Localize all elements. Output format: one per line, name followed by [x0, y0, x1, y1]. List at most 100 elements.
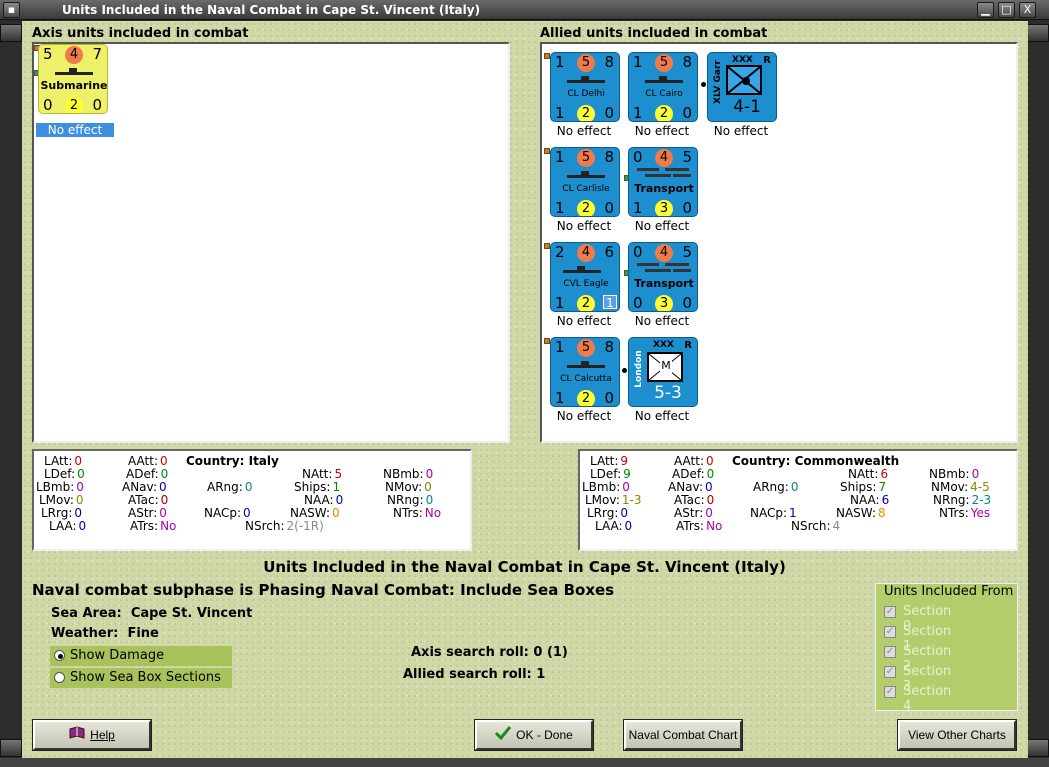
counter-stat: 1 — [555, 338, 565, 356]
unit-counter[interactable]: 5 4 7 Submarine 0 2 0 — [38, 44, 108, 114]
counter-stat: 0 — [92, 96, 102, 114]
unit-counter[interactable]: 0 4 5 Transport 1 3 0 — [628, 147, 698, 217]
allied-unit-xlv-garr[interactable]: XXX R XLV Garr 4-1 No effect — [705, 52, 777, 143]
close-button[interactable]: X — [1019, 2, 1036, 18]
stat-aatt: AAtt: 0 — [674, 454, 714, 468]
air-unit-badge: 1 — [603, 295, 617, 310]
stat-nmov: NMov: 4-5 — [931, 480, 990, 494]
naval-combat-chart-button[interactable]: Naval Combat Chart — [624, 720, 742, 750]
allied-unit-cvl-eagle[interactable]: 2 4 6 CVL Eagle 1 2 1 No effect — [544, 242, 620, 333]
checkbox-checked-icon[interactable]: ✓ — [884, 686, 896, 698]
title-bar[interactable]: ▪ Units Included in the Naval Combat in … — [0, 0, 1049, 20]
counter-stat: 2 — [577, 200, 595, 216]
minimize-button[interactable]: ▁ — [977, 2, 994, 18]
allied-units-heading: Allied units included in combat — [540, 26, 768, 41]
counter-stat: 0 — [633, 243, 643, 261]
show-sections-option[interactable]: Show Sea Box Sections — [50, 668, 232, 688]
stat-naa: NAA: 0 — [304, 493, 344, 507]
counter-stat: 0 — [43, 96, 53, 114]
counter-stat: 4 — [655, 149, 673, 167]
ok-done-button[interactable]: OK - Done — [475, 720, 593, 750]
checkbox-checked-icon[interactable]: ✓ — [884, 626, 896, 638]
counter-stat: 5 — [682, 148, 692, 166]
counter-stat: 5 — [577, 54, 595, 72]
maximize-button[interactable]: □ — [998, 2, 1015, 18]
checkbox-checked-icon[interactable]: ✓ — [884, 606, 896, 618]
counter-stat: 2 — [577, 105, 595, 121]
counter-stat: 3 — [655, 295, 673, 311]
view-other-charts-button[interactable]: View Other Charts — [898, 720, 1016, 750]
allied-unit-cl-delhi[interactable]: 1 5 8 CL Delhi 1 2 0 No effect — [544, 52, 620, 143]
allied-unit-transport[interactable]: 0 4 5 Transport 0 3 0 No effect — [624, 242, 698, 333]
frame-button-icon — [1027, 739, 1049, 757]
unit-flag: R — [763, 55, 771, 66]
counter-stat: 2 — [577, 295, 595, 311]
allied-unit-cl-calcutta[interactable]: 1 5 8 CL Calcutta 1 2 0 No effect — [544, 337, 620, 428]
stat-nmov: NMov: 0 — [385, 480, 432, 494]
stat-anav: ANav: 0 — [122, 480, 167, 494]
cruiser-icon — [567, 170, 605, 178]
unit-effect: No effect — [634, 409, 690, 423]
radio-selected-icon[interactable] — [54, 650, 65, 661]
unit-counter[interactable]: XXX R London M 5-3 — [628, 337, 698, 407]
stat-aatt: AAtt: 0 — [128, 454, 168, 468]
axis-units-heading: Axis units included in combat — [32, 26, 249, 41]
allied-unit-cl-cairo[interactable]: 1 5 8 CL Cairo 1 2 0 No effect — [624, 52, 698, 143]
transport-ships-icon — [635, 166, 693, 178]
counter-stat: 8 — [604, 53, 614, 71]
counter-stat: 0 — [604, 104, 614, 122]
counter-stat: 1 — [555, 294, 565, 312]
counter-stat: 5 — [577, 149, 595, 167]
unit-counter[interactable]: XXX R XLV Garr 4-1 — [707, 52, 777, 122]
stat-ntrs: NTrs: No — [393, 506, 442, 520]
unit-name: CL Carlisle — [562, 184, 610, 194]
allied-stats-panel: LAtt: 9 LDef: 9 LBmb: 0 LMov: 1-3 LRrg: 0 LAA… — [578, 449, 1018, 551]
checkbox-checked-icon[interactable]: ✓ — [884, 646, 896, 658]
unit-counter[interactable]: 1 5 8 CL Delhi 1 2 0 — [550, 52, 620, 122]
stat-nasw: NASW: 0 — [290, 506, 340, 520]
unit-effect: No effect — [556, 409, 612, 423]
stat-atrs: ATrs: No — [130, 519, 177, 533]
stat-country: Country: Commonwealth — [732, 454, 900, 468]
allied-unit-transport[interactable]: 0 4 5 Transport 1 3 0 No effect — [624, 147, 698, 238]
counter-stat: 3 — [655, 200, 673, 216]
unit-effect: No effect — [556, 219, 612, 233]
cruiser-icon — [567, 75, 605, 83]
unit-name: Transport — [634, 182, 694, 195]
counter-stat: 2 — [555, 243, 565, 261]
stat-lbmb: LBmb: 0 — [582, 480, 630, 494]
counter-stat: 0 — [682, 199, 692, 217]
stat-atrs: ATrs: No — [676, 519, 723, 533]
counter-stat: 2 — [65, 97, 83, 113]
window-menu-icon[interactable]: ▪ — [3, 2, 20, 18]
unit-counter[interactable]: 0 4 5 Transport 0 3 0 — [628, 242, 698, 312]
unit-strength: 4-1 — [733, 97, 761, 117]
counter-stat: 5 — [577, 339, 595, 357]
stat-nacp: NACp: 1 — [750, 506, 797, 520]
option-label: Show Sea Box Sections — [70, 670, 221, 685]
militia-symbol-icon: M — [647, 352, 683, 382]
show-damage-option[interactable]: Show Damage — [50, 646, 232, 666]
allied-unit-london[interactable]: XXX R London M 5-3 No effect — [624, 337, 698, 428]
axis-unit-submarine[interactable]: 5 4 7 Submarine 0 2 0 No effect — [34, 44, 114, 137]
stat-ldef: LDef: 0 — [44, 467, 85, 481]
frame-button-icon — [1027, 24, 1049, 42]
counter-stat: 1 — [633, 199, 643, 217]
stat-nsrch: NSrch: 4 — [791, 519, 841, 533]
counter-stat: 2 — [577, 390, 595, 406]
checkbox-checked-icon[interactable]: ✓ — [884, 666, 896, 678]
unit-counter[interactable]: 1 5 8 CL Cairo 1 2 0 — [628, 52, 698, 122]
weather: Weather: Fine — [51, 626, 159, 641]
cruiser-icon — [645, 75, 683, 83]
stat-ships: Ships: 7 — [840, 480, 887, 494]
allied-unit-cl-carlisle[interactable]: 1 5 8 CL Carlisle 1 2 0 No effect — [544, 147, 620, 238]
help-button[interactable]: Help — [33, 720, 151, 750]
counter-stat: 4 — [65, 46, 83, 64]
radio-unselected-icon[interactable] — [54, 672, 65, 683]
stat-astr: AStr: 0 — [128, 506, 167, 520]
unit-counter[interactable]: 1 5 8 CL Carlisle 1 2 0 — [550, 147, 620, 217]
counter-stat: 4 — [655, 244, 673, 262]
combat-title: Units Included in the Naval Combat in Ca… — [263, 558, 786, 576]
unit-counter[interactable]: 2 4 6 CVL Eagle 1 2 1 — [550, 242, 620, 312]
unit-counter[interactable]: 1 5 8 CL Calcutta 1 2 0 — [550, 337, 620, 407]
